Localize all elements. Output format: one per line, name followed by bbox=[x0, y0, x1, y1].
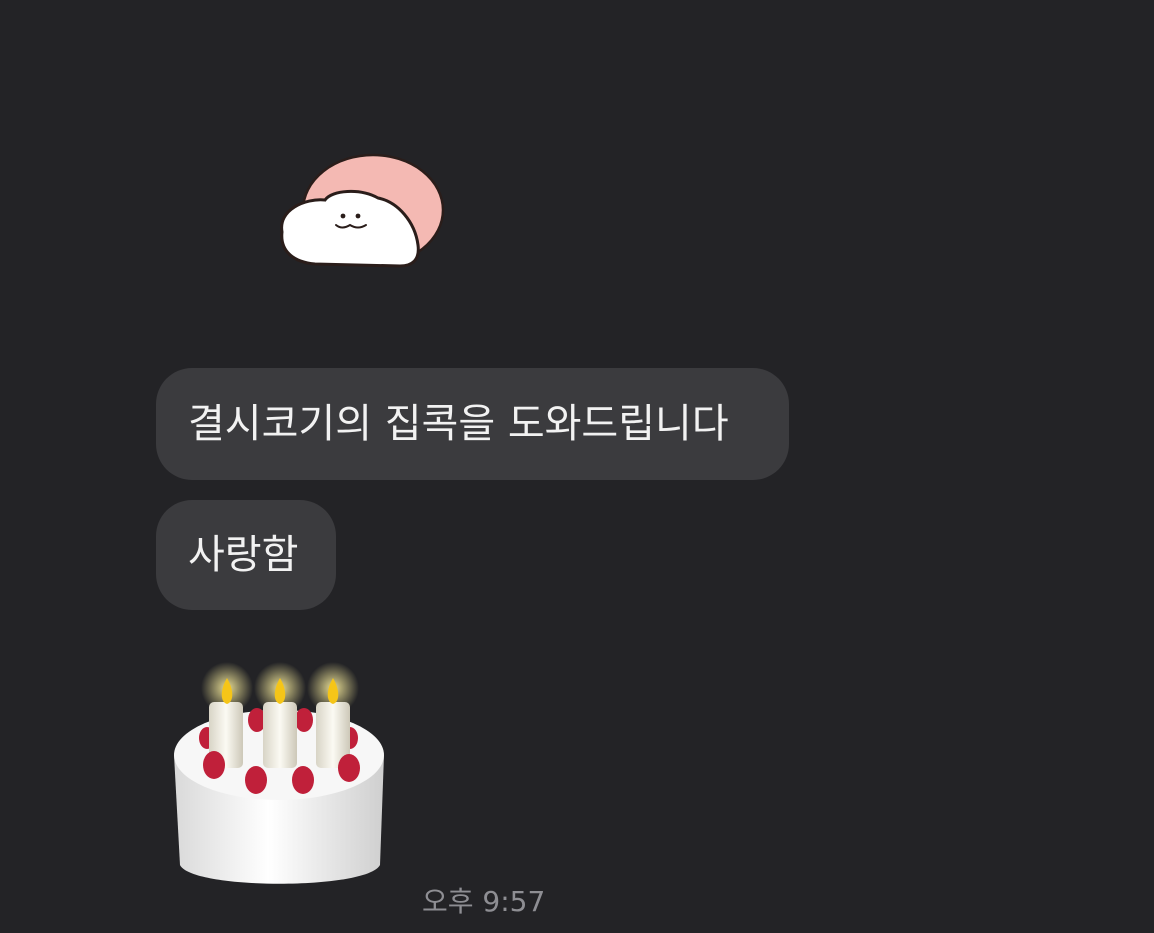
birthday-cake-icon bbox=[174, 662, 384, 884]
message-bubble[interactable]: 결시코기의 집콕을 도와드립니다 bbox=[156, 368, 789, 480]
message-bubble[interactable]: 사랑함 bbox=[156, 500, 336, 610]
message-timestamp: 오후 9:57 bbox=[422, 885, 546, 918]
chat-thread: 결시코기의 집콕을 도와드립니다 사랑함 오후 9:57 bbox=[0, 0, 1154, 933]
blob-character-sticker[interactable] bbox=[270, 150, 455, 275]
message-text: 결시코기의 집콕을 도와드립니다 bbox=[188, 401, 729, 447]
birthday-cake-emoji[interactable] bbox=[162, 650, 397, 900]
blob-sticker-icon bbox=[280, 153, 445, 268]
message-text: 사랑함 bbox=[188, 532, 299, 578]
